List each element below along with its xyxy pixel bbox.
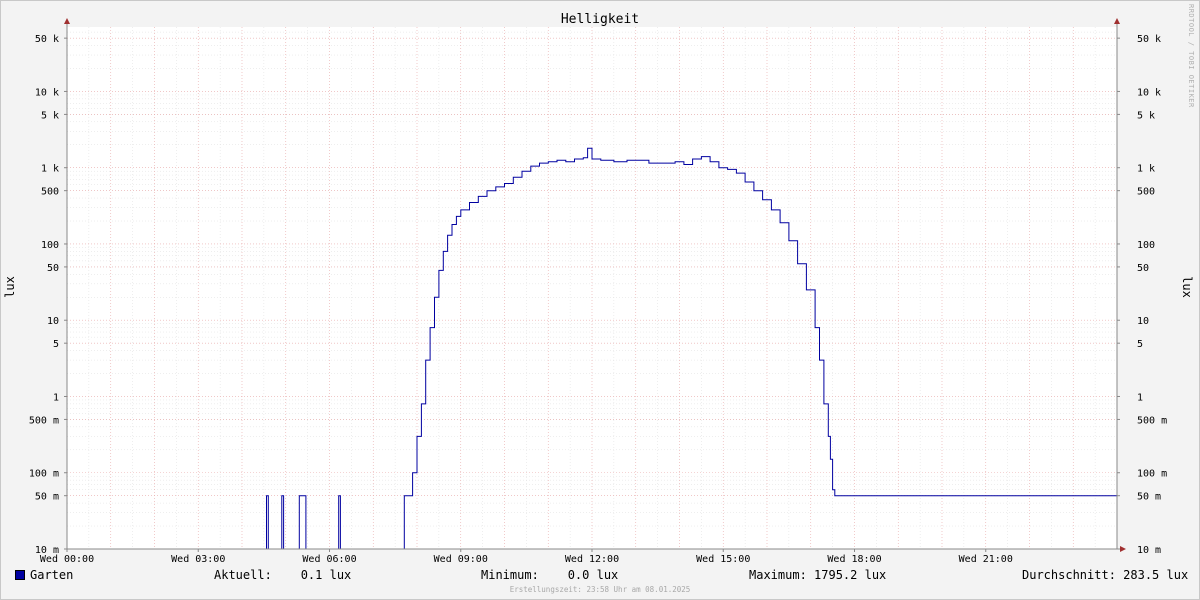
y-tick-label-right: 5 xyxy=(1137,339,1143,350)
y-tick-label-left: 500 m xyxy=(29,415,59,426)
y-tick-label-left: 10 xyxy=(47,316,59,327)
y-tick-label-right: 100 xyxy=(1137,240,1155,251)
y-tick-label-right: 500 m xyxy=(1137,415,1167,426)
y-tick-label-right: 500 xyxy=(1137,187,1155,198)
y-axis-arrow-right xyxy=(1114,18,1120,24)
legend-swatch-garten xyxy=(15,570,25,580)
y-axis-arrow-left xyxy=(64,18,70,24)
y-tick-label-left: 50 xyxy=(47,263,59,274)
y-tick-label-left: 100 m xyxy=(29,469,59,480)
x-tick-label: Wed 00:00 xyxy=(40,554,94,565)
y-axis-label-left: lux xyxy=(3,276,17,298)
y-tick-label-right: 100 m xyxy=(1137,469,1167,480)
y-tick-label-left: 1 xyxy=(53,392,59,403)
rrdtool-watermark: RRDTOOL / TOBI OETIKER xyxy=(1187,4,1195,108)
creation-timestamp: Erstellungszeit: 23:58 Uhr am 08.01.2025 xyxy=(509,585,691,594)
legend-durchschnitt: Durchschnitt: 283.5 lux xyxy=(1022,568,1189,582)
x-tick-label: Wed 15:00 xyxy=(696,554,750,565)
y-tick-label-right: 10 k xyxy=(1137,87,1161,98)
legend-maximum: Maximum: 1795.2 lux xyxy=(749,568,887,582)
y-tick-label-left: 100 xyxy=(41,240,59,251)
legend-series-name: Garten xyxy=(30,568,74,582)
y-tick-label-left: 50 k xyxy=(35,34,59,45)
y-tick-label-right: 10 m xyxy=(1137,545,1161,556)
x-tick-label: Wed 12:00 xyxy=(565,554,619,565)
x-tick-label: Wed 21:00 xyxy=(959,554,1013,565)
x-tick-label: Wed 06:00 xyxy=(302,554,356,565)
y-axis-label-right: lux xyxy=(1180,276,1194,298)
y-tick-label-left: 10 k xyxy=(35,87,59,98)
y-tick-label-left: 1 k xyxy=(41,164,59,175)
x-tick-label: Wed 03:00 xyxy=(171,554,225,565)
y-tick-label-right: 50 xyxy=(1137,263,1149,274)
y-tick-label-right: 10 xyxy=(1137,316,1149,327)
chart-title: Helligkeit xyxy=(561,12,639,27)
y-tick-label-right: 50 k xyxy=(1137,34,1161,45)
brightness-chart: Helligkeit lux lux 10 m 10 m50 m 50 m100 m… xyxy=(3,12,1194,565)
x-axis-arrow xyxy=(1120,546,1126,552)
y-tick-label-left: 50 m xyxy=(35,492,59,503)
y-tick-label-right: 1 xyxy=(1137,392,1143,403)
x-tick-label: Wed 09:00 xyxy=(434,554,488,565)
y-tick-label-right: 50 m xyxy=(1137,492,1161,503)
y-tick-label-left: 5 xyxy=(53,339,59,350)
y-tick-label-right: 5 k xyxy=(1137,110,1155,121)
legend-minimum: Minimum: 0.0 lux xyxy=(481,568,619,582)
legend-aktuell: Aktuell: 0.1 lux xyxy=(214,568,352,582)
x-tick-label: Wed 18:00 xyxy=(827,554,881,565)
y-tick-label-left: 500 xyxy=(41,187,59,198)
y-tick-label-right: 1 k xyxy=(1137,164,1155,175)
y-tick-label-left: 5 k xyxy=(41,110,59,121)
